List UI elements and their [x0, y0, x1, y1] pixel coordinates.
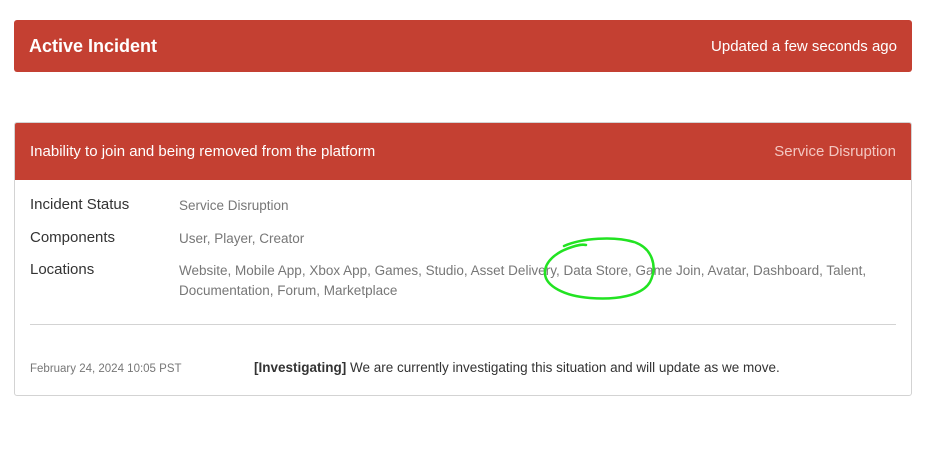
incident-type: Service Disruption	[774, 143, 896, 160]
update-timestamp: February 24, 2024 10:05 PST	[30, 363, 182, 375]
status-label: Incident Status	[30, 196, 130, 213]
components-value: User, Player, Creator	[179, 231, 305, 246]
incident-update: February 24, 2024 10:05 PST [Investigati…	[30, 360, 896, 375]
components-label: Components	[30, 229, 116, 246]
components-row: Components User, Player, Creator	[30, 229, 304, 249]
update-text: [Investigating] We are currently investi…	[254, 360, 780, 375]
incident-title: Inability to join and being removed from…	[30, 143, 376, 160]
active-incident-banner: Active Incident Updated a few seconds ag…	[14, 20, 912, 72]
banner-title: Active Incident	[29, 35, 158, 56]
divider	[30, 324, 896, 325]
locations-value: Website, Mobile App, Xbox App, Games, St…	[179, 263, 867, 298]
update-stage: [Investigating]	[254, 360, 347, 375]
incident-card: Inability to join and being removed from…	[14, 122, 912, 396]
locations-label: Locations	[30, 261, 95, 278]
update-message: We are currently investigating this situ…	[346, 360, 780, 375]
status-row: Incident Status Service Disruption	[30, 196, 289, 216]
locations-row: Locations Website, Mobile App, Xbox App,…	[30, 261, 889, 301]
status-value: Service Disruption	[179, 198, 289, 213]
banner-updated-time: Updated a few seconds ago	[711, 37, 897, 55]
incident-header: Inability to join and being removed from…	[15, 123, 911, 180]
